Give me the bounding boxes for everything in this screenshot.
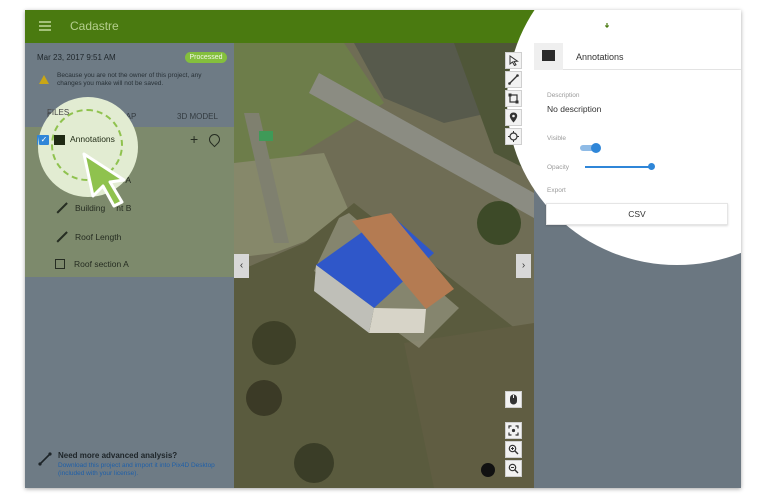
pointer-cursor-icon bbox=[82, 152, 126, 208]
annotation-icon bbox=[54, 135, 65, 145]
marker-tool-icon[interactable] bbox=[505, 109, 522, 126]
project-date: Mar 23, 2017 9:51 AM bbox=[37, 53, 116, 62]
hamburger-menu-icon[interactable] bbox=[39, 21, 51, 31]
warning-icon bbox=[39, 75, 49, 84]
select-tool-icon[interactable] bbox=[505, 52, 522, 69]
export-csv-button[interactable]: CSV bbox=[546, 203, 728, 225]
share-label: SHARE bbox=[692, 20, 724, 30]
footer-title: Need more advanced analysis? bbox=[58, 451, 178, 460]
properties-header: Annotations bbox=[534, 43, 741, 70]
download-pix4d-link[interactable]: Download this project and import it into… bbox=[58, 462, 228, 478]
polygon-icon bbox=[55, 259, 65, 269]
aerial-imagery bbox=[234, 43, 534, 488]
3d-model-viewport[interactable] bbox=[234, 43, 534, 488]
annotations-label-highlighted[interactable]: Annotations bbox=[70, 134, 115, 144]
fit-view-icon[interactable] bbox=[505, 422, 522, 439]
line-measure-icon bbox=[55, 202, 66, 213]
add-annotation-button[interactable]: + bbox=[190, 131, 198, 147]
visible-toggle[interactable] bbox=[580, 143, 602, 153]
visible-label: Visible bbox=[547, 135, 567, 142]
description-value[interactable]: No description bbox=[547, 104, 601, 114]
download-button[interactable]: DOWNLOAD bbox=[600, 20, 671, 30]
camera-position-marker bbox=[481, 463, 495, 477]
slider-track bbox=[585, 166, 651, 168]
target-tool-icon[interactable] bbox=[505, 128, 522, 145]
status-badge: Processed bbox=[185, 52, 227, 63]
warning-text: Because you are not the owner of this pr… bbox=[57, 72, 202, 87]
tree-item-roof-section-a[interactable]: Roof section A bbox=[55, 259, 129, 269]
zoom-in-icon[interactable] bbox=[505, 441, 522, 458]
collapse-right-panel-button[interactable]: › bbox=[516, 254, 531, 278]
cloud-download-icon bbox=[600, 20, 614, 30]
annotation-icon bbox=[542, 50, 555, 61]
line-tool-icon[interactable] bbox=[505, 71, 522, 88]
line-measure-icon bbox=[55, 231, 66, 242]
tree-item-label: Roof section A bbox=[74, 259, 129, 269]
mouse-navigation-icon[interactable] bbox=[505, 391, 522, 408]
opacity-slider[interactable] bbox=[585, 163, 655, 171]
app-title: Cadastre bbox=[70, 19, 119, 33]
opacity-label: Opacity bbox=[547, 164, 570, 171]
download-label: DOWNLOAD bbox=[617, 20, 671, 30]
annotations-checkbox-highlighted[interactable]: ✓ bbox=[39, 135, 49, 145]
description-label: Description bbox=[547, 92, 580, 99]
polygon-tool-icon[interactable] bbox=[505, 90, 522, 107]
tab-3d-model[interactable]: 3D MODEL bbox=[177, 112, 218, 121]
properties-title: Annotations bbox=[576, 52, 624, 62]
tree-item-label: Roof Length bbox=[75, 231, 122, 242]
slider-handle[interactable] bbox=[648, 163, 655, 170]
tree-item-roof-length[interactable]: Roof Length bbox=[55, 231, 121, 242]
toggle-knob bbox=[591, 143, 601, 153]
share-button[interactable]: SHARE bbox=[677, 20, 724, 30]
app-window: Cadastre Mar 23, 2017 9:51 AM Processed … bbox=[25, 10, 741, 488]
export-label: Export bbox=[547, 187, 566, 194]
collapse-left-panel-button[interactable]: ‹ bbox=[234, 254, 249, 278]
measure-line-icon bbox=[38, 452, 52, 466]
zoom-out-icon[interactable] bbox=[505, 460, 522, 477]
share-arrow-icon bbox=[677, 21, 689, 29]
